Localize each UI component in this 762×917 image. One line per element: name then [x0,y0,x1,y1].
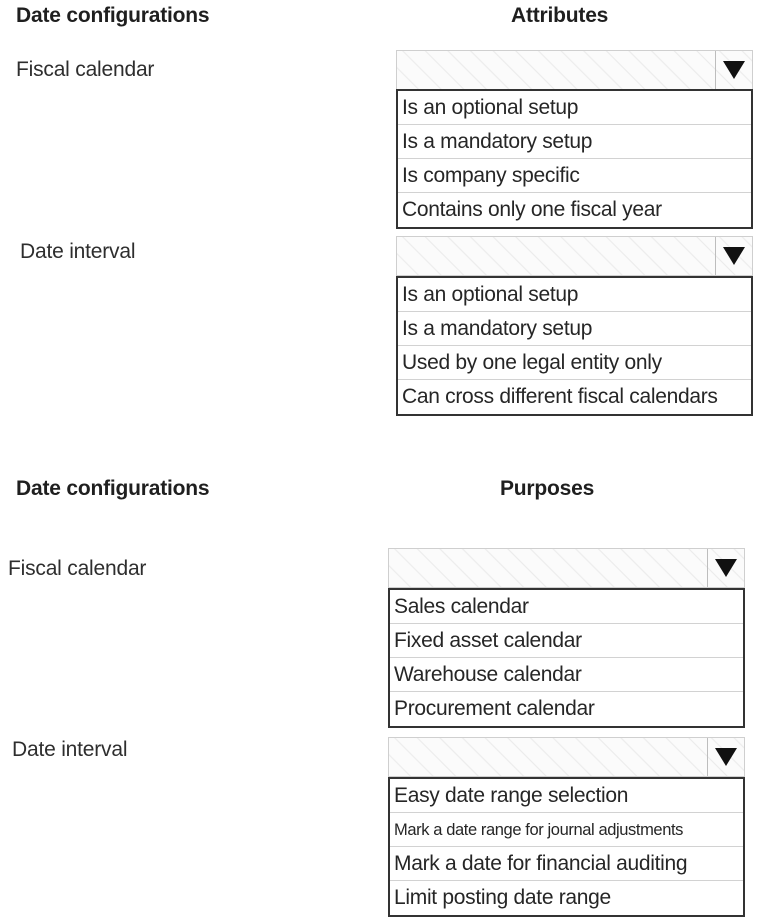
dropdown-option[interactable]: Is an optional setup [398,278,751,312]
dropdown-option[interactable]: Limit posting date range [390,881,743,915]
date-interval-attribute-options: Is an optional setup Is a mandatory setu… [396,276,753,416]
dropdown-option[interactable]: Mark a date for financial auditing [390,847,743,881]
dropdown-option[interactable]: Is a mandatory setup [398,125,751,159]
triangle-down-icon [723,61,745,79]
dropdown-toggle[interactable] [707,738,744,776]
section2-left-heading: Date configurations [16,477,210,500]
section2-row1-label: Fiscal calendar [8,557,147,580]
section1-right-heading: Attributes [511,4,609,27]
date-interval-purpose-dropdown[interactable] [388,737,745,777]
dropdown-option[interactable]: Fixed asset calendar [390,624,743,658]
dropdown-option[interactable]: Procurement calendar [390,692,743,726]
dropdown-option[interactable]: Easy date range selection [390,779,743,813]
dropdown-option[interactable]: Can cross different fiscal calendars [398,380,751,414]
triangle-down-icon [715,748,737,766]
section2-right-heading: Purposes [500,477,595,500]
triangle-down-icon [723,247,745,265]
section1-row2-label: Date interval [20,240,136,263]
section2-row2-label: Date interval [12,738,128,761]
dropdown-option[interactable]: Is an optional setup [398,91,751,125]
dropdown-toggle[interactable] [707,549,744,587]
dropdown-toggle[interactable] [715,51,752,89]
dropdown-option[interactable]: Used by one legal entity only [398,346,751,380]
fiscal-calendar-purpose-dropdown[interactable] [388,548,745,588]
dropdown-option[interactable]: Is company specific [398,159,751,193]
section1-left-heading: Date configurations [16,4,210,27]
dropdown-option[interactable]: Contains only one fiscal year [398,193,751,227]
dropdown-option[interactable]: Sales calendar [390,590,743,624]
fiscal-calendar-attribute-options: Is an optional setup Is a mandatory setu… [396,89,753,229]
triangle-down-icon [715,559,737,577]
dropdown-option[interactable]: Is a mandatory setup [398,312,751,346]
date-interval-purpose-options: Easy date range selection Mark a date ra… [388,777,745,917]
section1-row1-label: Fiscal calendar [16,58,155,81]
dropdown-option[interactable]: Mark a date range for journal adjustment… [390,813,743,847]
date-interval-attribute-dropdown[interactable] [396,236,753,276]
dropdown-option[interactable]: Warehouse calendar [390,658,743,692]
fiscal-calendar-attribute-dropdown[interactable] [396,50,753,90]
dropdown-toggle[interactable] [715,237,752,275]
fiscal-calendar-purpose-options: Sales calendar Fixed asset calendar Ware… [388,588,745,728]
